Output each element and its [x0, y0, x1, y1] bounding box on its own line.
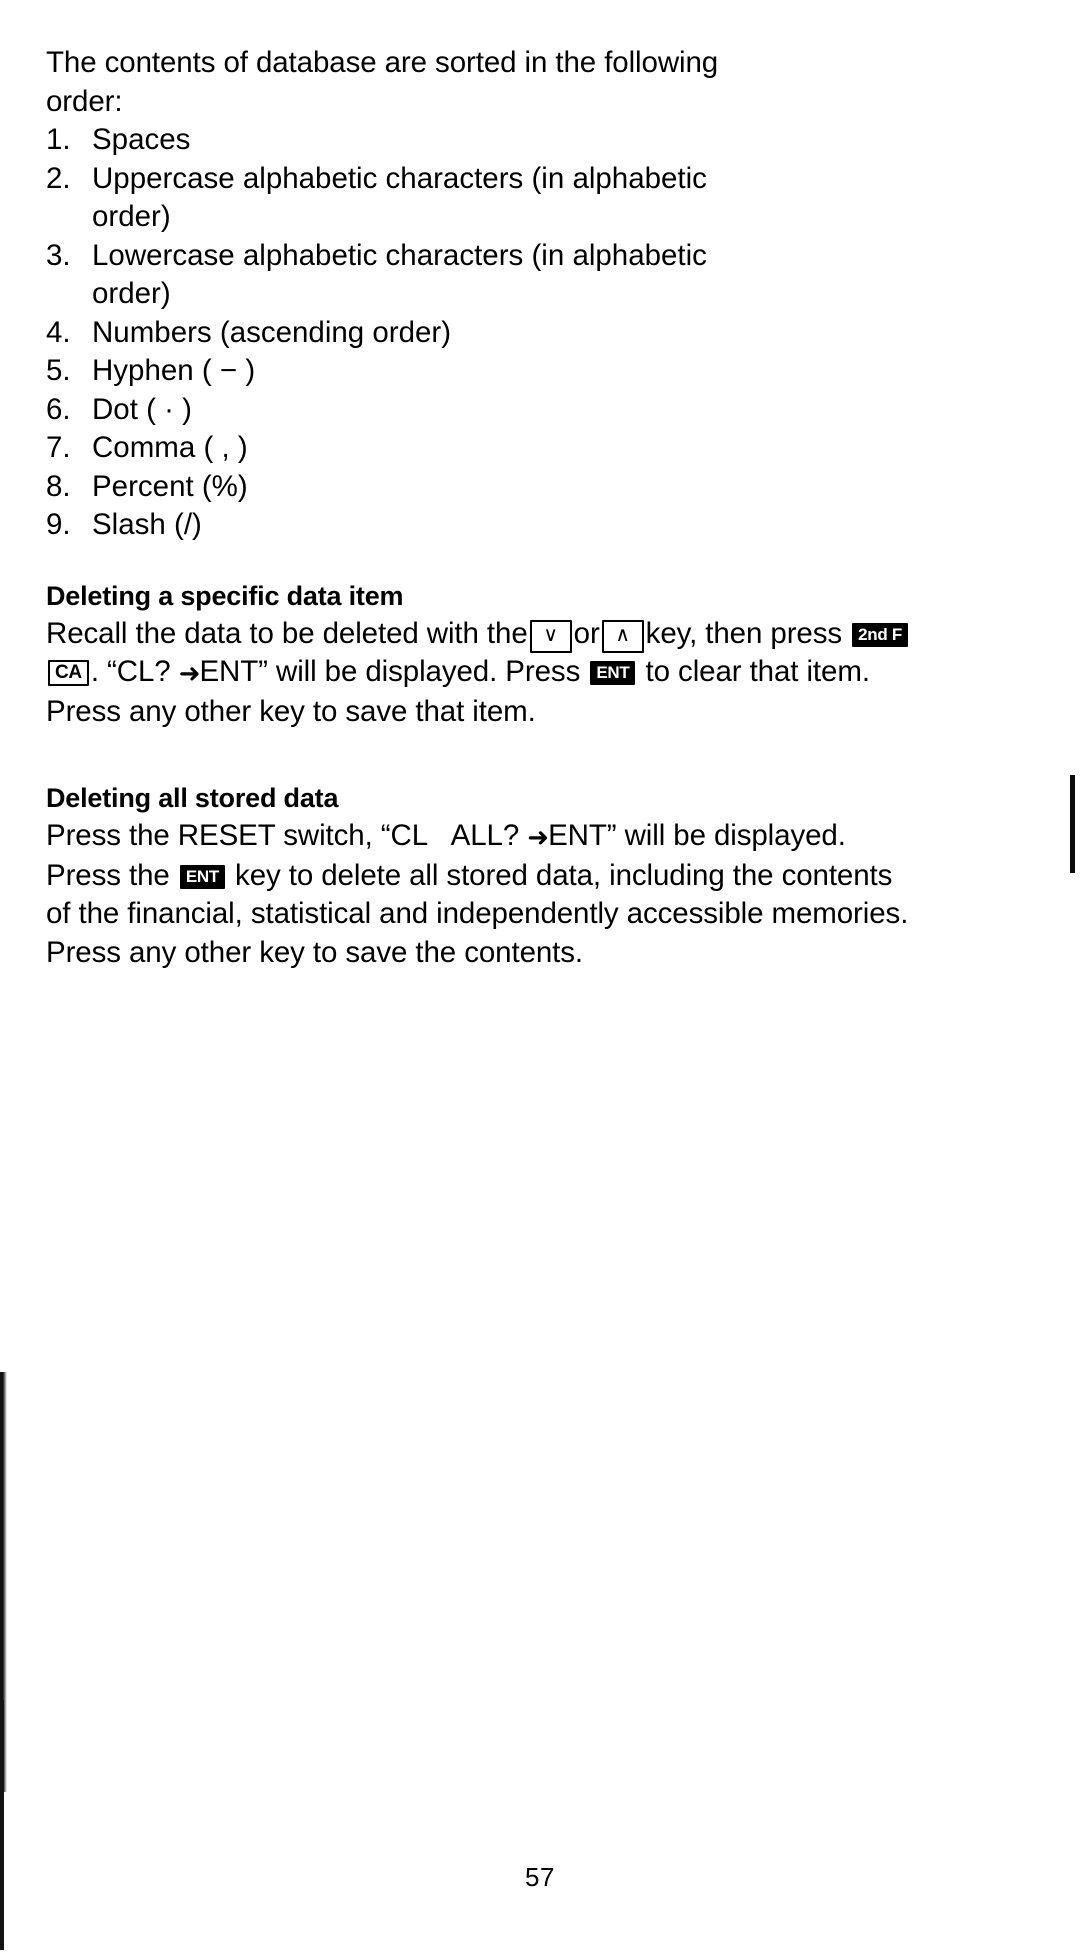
right-arrow-icon: ➜	[527, 822, 549, 852]
sort-order-list: 1. Spaces 2. Uppercase alphabetic charac…	[46, 121, 946, 545]
list-item: 1. Spaces	[46, 121, 752, 160]
body-text-part: . “CL?	[90, 655, 171, 688]
enter-key-icon: ENT	[179, 864, 225, 889]
list-item-label: Dot ( · )	[92, 392, 192, 426]
list-item-number: 5.	[46, 354, 71, 387]
list-item: 2. Uppercase alphabetic characters (in a…	[46, 160, 752, 237]
scan-artifact-right-edge	[1070, 775, 1075, 873]
intro-paragraph: The contents of database are sorted in t…	[46, 46, 719, 118]
body-text-part: or	[573, 616, 600, 650]
list-item-label: Numbers (ascending order)	[92, 315, 452, 349]
section-deleting-specific-item: Deleting a specific data item Recall the…	[46, 581, 946, 732]
list-item: 4. Numbers (ascending order)	[46, 314, 752, 353]
section-heading: Deleting all stored data	[46, 783, 339, 813]
list-item-label: Lowercase alphabetic characters (in alph…	[92, 238, 707, 311]
second-function-key-icon: 2nd F	[852, 622, 908, 647]
list-item-number: 9.	[46, 508, 71, 541]
list-item-label: Spaces	[92, 123, 191, 156]
list-item-label: Slash (/)	[92, 508, 202, 541]
list-item-label: Percent (%)	[92, 469, 248, 503]
body-text-part: key, then press	[645, 616, 843, 650]
section-body: Recall the data to be deleted with the ∨ o…	[46, 615, 921, 732]
list-item-number: 8.	[46, 469, 71, 503]
list-item-number: 3.	[46, 238, 71, 272]
list-item-number: 4.	[46, 315, 71, 349]
body-text-part: Recall the data to be deleted with the	[46, 616, 528, 650]
body-text-part: Press the RESET switch, “CL ALL?	[46, 819, 520, 852]
section-heading: Deleting a specific data item	[46, 580, 404, 611]
down-arrow-key-icon: ∨	[529, 619, 572, 653]
section-deleting-all-data: Deleting all stored data Press the RESET…	[46, 783, 946, 972]
enter-key-icon: ENT	[590, 661, 636, 685]
list-item-number: 7.	[46, 431, 71, 464]
list-item-number: 1.	[46, 123, 71, 156]
list-item: 6. Dot ( · )	[46, 391, 752, 430]
list-item-number: 6.	[46, 392, 71, 426]
list-item-label: Hyphen ( − )	[92, 354, 256, 387]
list-item: 9. Slash (/)	[46, 506, 752, 545]
list-item-label: Comma ( , )	[92, 431, 248, 464]
page-number: 57	[525, 1862, 555, 1892]
list-item: 5. Hyphen ( − )	[46, 352, 752, 391]
list-item: 7. Comma ( , )	[46, 429, 752, 468]
up-arrow-key-icon: ∧	[601, 619, 644, 653]
list-item: 8. Percent (%)	[46, 468, 752, 507]
page-content: The contents of database are sorted in t…	[46, 44, 946, 972]
section-body: Press the RESET switch, “CL ALL? ➜ENT” w…	[46, 817, 921, 972]
scan-artifact-left-edge-lower	[0, 1700, 4, 1950]
list-item-label: Uppercase alphabetic characters (in alph…	[92, 161, 707, 234]
right-arrow-icon: ➜	[178, 658, 201, 688]
clear-all-key-icon: CA	[48, 660, 89, 686]
body-text-part: key to delete all stored data, including…	[46, 858, 909, 969]
list-item: 3. Lowercase alphabetic characters (in a…	[46, 237, 752, 314]
document-page: The contents of database are sorted in t…	[0, 0, 1080, 1955]
body-text-part: ENT” will be displayed. Press	[199, 655, 581, 688]
list-item-number: 2.	[46, 161, 71, 195]
